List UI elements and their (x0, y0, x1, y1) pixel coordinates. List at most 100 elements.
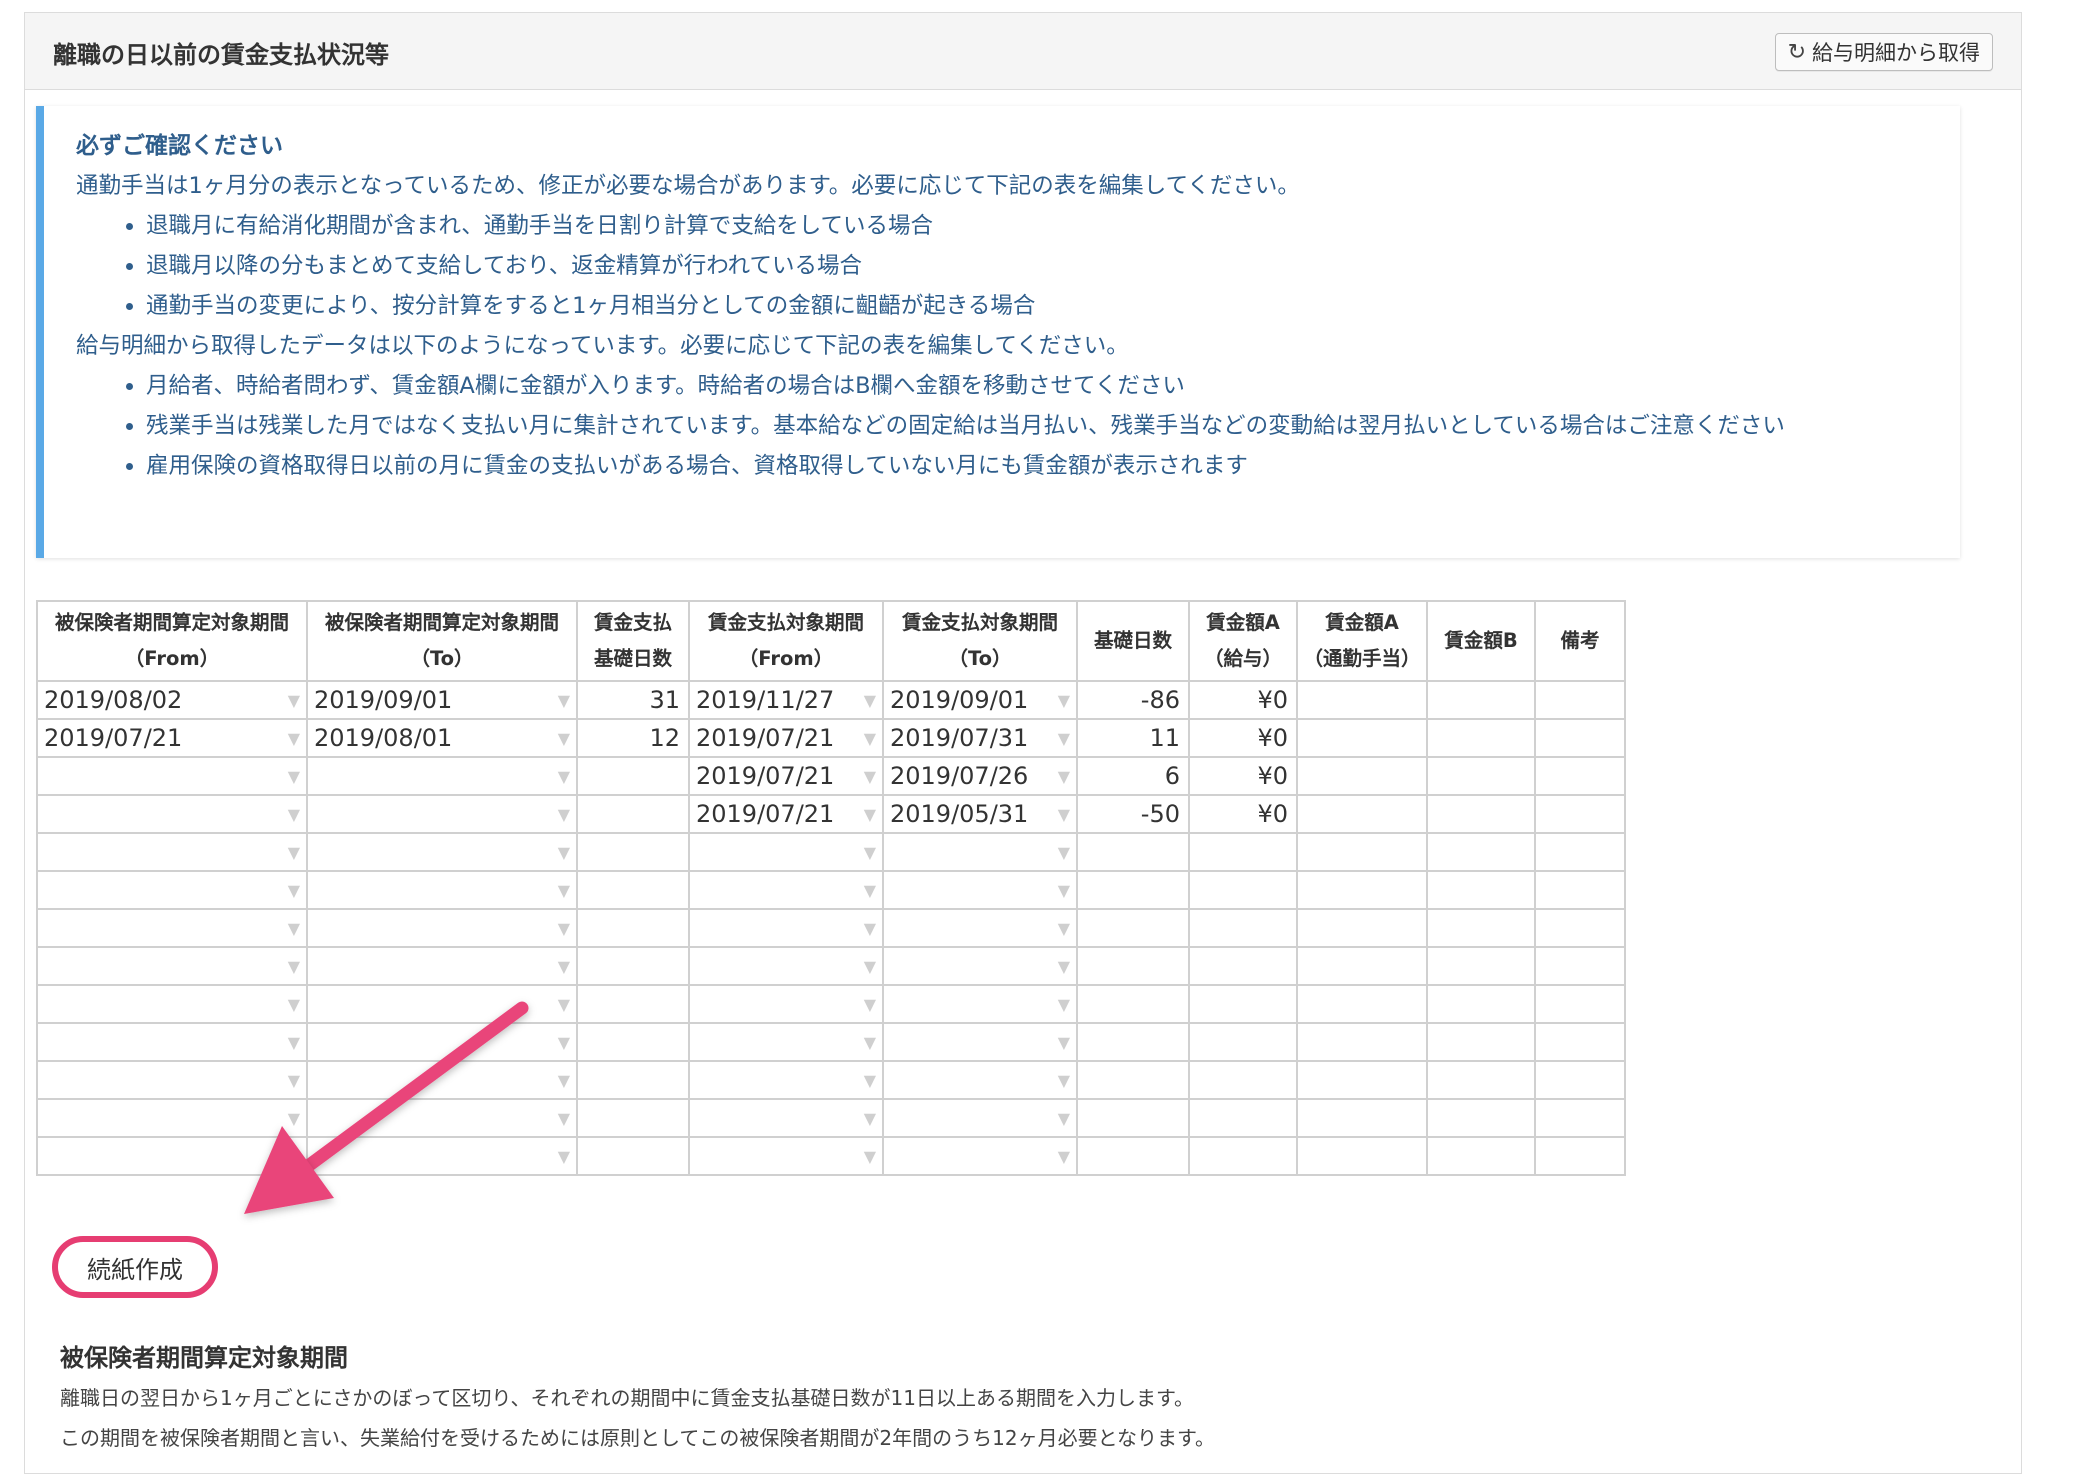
table-cell[interactable] (1076, 1022, 1190, 1062)
triangle-down-icon[interactable]: ▼ (558, 729, 570, 748)
table-cell[interactable] (1296, 1136, 1428, 1176)
table-cell[interactable] (1426, 680, 1536, 720)
table-cell[interactable]: 2019/08/02 ▼ (36, 680, 308, 720)
table-cell[interactable]: ▼ (306, 794, 578, 834)
date-select[interactable]: 2019/09/01 ▼ (314, 686, 570, 714)
table-cell[interactable] (1076, 984, 1190, 1024)
triangle-down-icon[interactable]: ▼ (864, 881, 876, 900)
table-cell[interactable] (576, 1060, 690, 1100)
table-cell[interactable]: ▼ (36, 984, 308, 1024)
table-cell[interactable]: ▼ (688, 832, 884, 872)
table-cell[interactable] (1188, 1098, 1298, 1138)
table-cell[interactable]: ▼ (688, 984, 884, 1024)
date-select[interactable]: 2019/05/31 ▼ (890, 800, 1070, 828)
date-select[interactable]: ▼ (696, 881, 876, 900)
table-cell[interactable]: 2019/09/01 ▼ (306, 680, 578, 720)
table-cell[interactable]: ▼ (306, 870, 578, 910)
triangle-down-icon[interactable]: ▼ (864, 729, 876, 748)
table-cell[interactable]: 2019/07/21 ▼ (688, 756, 884, 796)
table-cell[interactable]: ▼ (882, 1098, 1078, 1138)
table-cell[interactable]: 11 (1076, 718, 1190, 758)
table-cell[interactable] (1426, 832, 1536, 872)
triangle-down-icon[interactable]: ▼ (1058, 1071, 1070, 1090)
table-cell[interactable] (1426, 870, 1536, 910)
date-select[interactable]: ▼ (314, 1147, 570, 1166)
triangle-down-icon[interactable]: ▼ (558, 881, 570, 900)
triangle-down-icon[interactable]: ▼ (288, 1109, 300, 1128)
triangle-down-icon[interactable]: ▼ (864, 995, 876, 1014)
table-cell[interactable]: ▼ (36, 832, 308, 872)
table-cell[interactable] (1296, 946, 1428, 986)
date-select[interactable]: 2019/08/01 ▼ (314, 724, 570, 752)
date-select[interactable]: ▼ (890, 1109, 1070, 1128)
triangle-down-icon[interactable]: ▼ (864, 1147, 876, 1166)
triangle-down-icon[interactable]: ▼ (558, 767, 570, 786)
triangle-down-icon[interactable]: ▼ (558, 843, 570, 862)
table-cell[interactable] (1534, 794, 1626, 834)
table-cell[interactable]: ▼ (306, 1098, 578, 1138)
table-cell[interactable]: 2019/05/31 ▼ (882, 794, 1078, 834)
table-cell[interactable]: 6 (1076, 756, 1190, 796)
table-cell[interactable] (576, 1136, 690, 1176)
table-cell[interactable]: ▼ (36, 1022, 308, 1062)
triangle-down-icon[interactable]: ▼ (1058, 995, 1070, 1014)
date-select[interactable]: 2019/09/01 ▼ (890, 686, 1070, 714)
table-cell[interactable] (1534, 870, 1626, 910)
triangle-down-icon[interactable]: ▼ (1058, 919, 1070, 938)
date-select[interactable]: ▼ (44, 1071, 300, 1090)
date-select[interactable]: ▼ (696, 1033, 876, 1052)
triangle-down-icon[interactable]: ▼ (288, 767, 300, 786)
table-cell[interactable]: 2019/07/21 ▼ (36, 718, 308, 758)
date-select[interactable]: ▼ (314, 1033, 570, 1052)
table-cell[interactable]: 2019/07/26 ▼ (882, 756, 1078, 796)
table-cell[interactable]: 2019/07/21 ▼ (688, 718, 884, 758)
triangle-down-icon[interactable]: ▼ (558, 995, 570, 1014)
date-select[interactable]: ▼ (696, 957, 876, 976)
table-cell[interactable] (1426, 946, 1536, 986)
triangle-down-icon[interactable]: ▼ (864, 843, 876, 862)
table-cell[interactable]: ▼ (306, 946, 578, 986)
table-cell[interactable] (576, 946, 690, 986)
triangle-down-icon[interactable]: ▼ (288, 729, 300, 748)
date-select[interactable]: 2019/07/21 ▼ (696, 800, 876, 828)
table-cell[interactable] (1296, 984, 1428, 1024)
triangle-down-icon[interactable]: ▼ (1058, 767, 1070, 786)
date-select[interactable]: ▼ (890, 1071, 1070, 1090)
table-cell[interactable]: ▼ (36, 870, 308, 910)
date-select[interactable]: ▼ (696, 1147, 876, 1166)
table-cell[interactable] (1188, 870, 1298, 910)
triangle-down-icon[interactable]: ▼ (864, 805, 876, 824)
table-cell[interactable] (1534, 756, 1626, 796)
table-cell[interactable] (1534, 832, 1626, 872)
date-select[interactable]: 2019/07/26 ▼ (890, 762, 1070, 790)
table-cell[interactable] (1296, 680, 1428, 720)
table-cell[interactable]: ▼ (306, 1060, 578, 1100)
date-select[interactable]: ▼ (696, 995, 876, 1014)
table-cell[interactable]: ▼ (36, 1136, 308, 1176)
table-cell[interactable]: ▼ (306, 984, 578, 1024)
create-continuation-sheet-button[interactable]: 続紙作成 (52, 1236, 218, 1298)
table-cell[interactable] (1534, 1136, 1626, 1176)
table-cell[interactable] (1426, 718, 1536, 758)
date-select[interactable]: ▼ (696, 1071, 876, 1090)
table-cell[interactable]: 31 (576, 680, 690, 720)
table-cell[interactable]: 2019/07/31 ▼ (882, 718, 1078, 758)
date-select[interactable]: ▼ (314, 957, 570, 976)
triangle-down-icon[interactable]: ▼ (288, 1033, 300, 1052)
table-cell[interactable]: ▼ (882, 984, 1078, 1024)
table-cell[interactable] (1534, 1060, 1626, 1100)
table-cell[interactable] (576, 832, 690, 872)
table-cell[interactable]: ▼ (882, 1060, 1078, 1100)
date-select[interactable]: ▼ (44, 843, 300, 862)
table-cell[interactable] (1296, 1060, 1428, 1100)
table-cell[interactable]: ▼ (882, 1022, 1078, 1062)
table-cell[interactable]: 12 (576, 718, 690, 758)
triangle-down-icon[interactable]: ▼ (288, 881, 300, 900)
table-cell[interactable]: 2019/08/01 ▼ (306, 718, 578, 758)
table-cell[interactable] (1534, 984, 1626, 1024)
triangle-down-icon[interactable]: ▼ (1058, 1109, 1070, 1128)
table-cell[interactable]: ¥0 (1188, 756, 1298, 796)
table-cell[interactable] (1188, 1060, 1298, 1100)
table-cell[interactable]: ▼ (36, 1098, 308, 1138)
triangle-down-icon[interactable]: ▼ (864, 767, 876, 786)
